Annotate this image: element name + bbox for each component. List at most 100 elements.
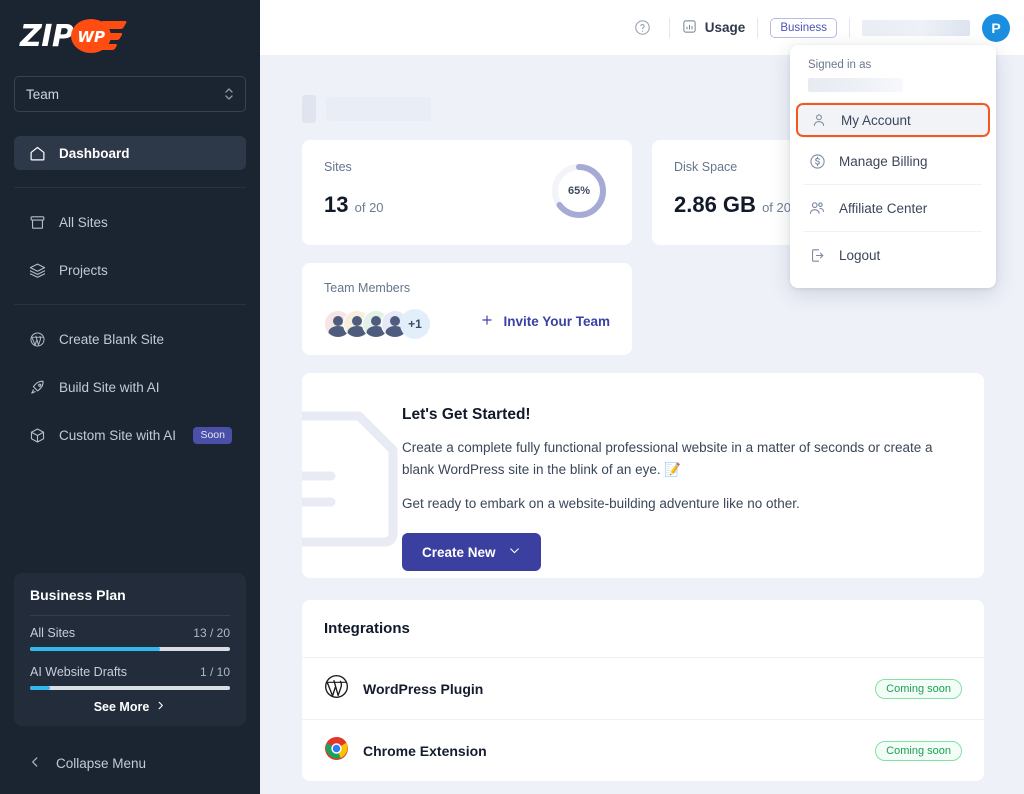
brand-logo[interactable]: ZIP WP <box>0 0 260 56</box>
main-area: Usage Business P Sites 13 of 20 <box>260 0 1024 794</box>
stat-card-number: 2.86 GB <box>674 192 756 217</box>
help-icon[interactable] <box>629 14 657 42</box>
team-selector-label: Team <box>26 87 59 102</box>
app-root: ZIP WP Team Dashboard <box>0 0 1024 794</box>
invite-team-label: Invite Your Team <box>503 314 610 329</box>
progress-ring-sites: 65% <box>550 162 608 220</box>
redacted-account-name <box>862 20 970 36</box>
account-dropdown-menu: Signed in as My Account Manage Bil <box>790 45 996 288</box>
sidebar-item-all-sites[interactable]: All Sites <box>14 205 246 239</box>
plan-pill-business[interactable]: Business <box>770 18 837 38</box>
toolbar-divider-3 <box>849 18 850 38</box>
plan-meter-bar-ai-drafts <box>30 686 230 690</box>
invite-team-button[interactable]: Invite Your Team <box>480 313 610 330</box>
skeleton-box <box>302 95 316 123</box>
logo-zip-text: ZIP <box>20 19 73 54</box>
chevron-down-icon <box>508 544 521 560</box>
logo-flame-icon: WP <box>71 19 125 53</box>
integrations-title: Integrations <box>302 600 984 657</box>
sidebar-item-label: Dashboard <box>59 146 130 161</box>
menu-item-logout[interactable]: Logout <box>790 232 996 278</box>
chevron-updown-icon <box>224 86 234 102</box>
logo-wp-text: WP <box>77 28 105 46</box>
team-selector[interactable]: Team <box>14 76 246 112</box>
toolbar-divider-1 <box>669 18 670 38</box>
sidebar-item-custom-site-with-ai[interactable]: Custom Site with AI Soon <box>14 418 246 452</box>
stat-card-number: 13 <box>324 192 348 217</box>
dollar-circle-icon <box>808 152 826 170</box>
sidebar: ZIP WP Team Dashboard <box>0 0 260 794</box>
plan-title: Business Plan <box>30 587 230 603</box>
document-illustration-icon <box>302 408 407 548</box>
get-started-title: Let's Get Started! <box>402 406 984 424</box>
stat-card-sites: Sites 13 of 20 65% <box>302 140 632 245</box>
team-overflow-count: +1 <box>400 309 430 339</box>
sidebar-item-create-blank-site[interactable]: Create Blank Site <box>14 322 246 356</box>
chrome-icon <box>324 736 349 766</box>
logout-icon <box>808 246 826 264</box>
sidebar-divider-1 <box>14 187 246 188</box>
collapse-menu-label: Collapse Menu <box>56 756 146 771</box>
menu-item-label: My Account <box>841 113 911 128</box>
bar-chart-icon <box>682 19 697 37</box>
plan-meter-label: AI Website Drafts <box>30 665 127 679</box>
chevron-right-icon <box>155 700 166 714</box>
plan-meter-ai-drafts: AI Website Drafts 1 / 10 <box>30 665 230 679</box>
menu-item-manage-billing[interactable]: Manage Billing <box>790 138 996 184</box>
status-badge-soon: Soon <box>193 427 232 444</box>
team-members-label: Team Members <box>324 281 610 295</box>
sidebar-item-label: All Sites <box>59 215 108 230</box>
rocket-icon <box>28 378 46 396</box>
menu-item-affiliate-center[interactable]: Affiliate Center <box>790 185 996 231</box>
status-badge-coming-soon: Coming soon <box>875 679 962 699</box>
sidebar-item-label: Projects <box>59 263 108 278</box>
plan-meter-label: All Sites <box>30 626 75 640</box>
integration-row-wordpress-plugin[interactable]: WordPress Plugin Coming soon <box>302 657 984 719</box>
create-new-label: Create New <box>422 545 496 560</box>
signed-in-as-label: Signed in as <box>790 59 996 78</box>
sidebar-item-projects[interactable]: Projects <box>14 253 246 287</box>
usage-button[interactable]: Usage <box>682 19 746 37</box>
integration-row-chrome-extension[interactable]: Chrome Extension Coming soon <box>302 719 984 781</box>
plan-meter-value: 1 / 10 <box>200 665 230 679</box>
sidebar-group-sites: All Sites Projects <box>0 205 260 287</box>
plan-meter-value: 13 / 20 <box>193 626 230 640</box>
avatar[interactable]: P <box>982 14 1010 42</box>
plan-meter-bar-all-sites <box>30 647 230 651</box>
integration-name: Chrome Extension <box>363 743 487 759</box>
create-new-button[interactable]: Create New <box>402 533 541 571</box>
user-icon <box>810 111 828 129</box>
layers-icon <box>28 261 46 279</box>
sidebar-divider-2 <box>14 304 246 305</box>
plan-usage-card: Business Plan All Sites 13 / 20 AI Websi… <box>14 573 246 726</box>
menu-item-my-account[interactable]: My Account <box>796 103 990 137</box>
sidebar-group-create: Create Blank Site Build Site with AI <box>0 322 260 452</box>
home-icon <box>28 144 46 162</box>
collapse-menu-button[interactable]: Collapse Menu <box>14 748 160 778</box>
sidebar-nav: Dashboard All Sites <box>0 136 260 452</box>
cube-icon <box>28 426 46 444</box>
sidebar-item-label: Create Blank Site <box>59 332 164 347</box>
get-started-panel: Let's Get Started! Create a complete ful… <box>302 373 984 578</box>
sidebar-item-build-site-with-ai[interactable]: Build Site with AI <box>14 370 246 404</box>
plan-divider <box>30 615 230 616</box>
plan-meter-all-sites: All Sites 13 / 20 <box>30 626 230 640</box>
redacted-email <box>808 78 903 92</box>
get-started-paragraph-1: Create a complete fully functional profe… <box>402 437 962 481</box>
get-started-paragraph-2: Get ready to embark on a website-buildin… <box>402 493 962 515</box>
sidebar-item-dashboard[interactable]: Dashboard <box>14 136 246 170</box>
sidebar-item-label: Build Site with AI <box>59 380 160 395</box>
wordpress-icon <box>28 330 46 348</box>
sidebar-item-label: Custom Site with AI <box>59 428 176 443</box>
status-badge-coming-soon: Coming soon <box>875 741 962 761</box>
plus-icon <box>480 313 494 330</box>
stat-card-sub: of 20 <box>355 200 384 215</box>
team-members-card: Team Members +1 Invite Your Team <box>302 263 632 355</box>
skeleton-bar <box>326 97 431 121</box>
menu-item-label: Logout <box>839 248 880 263</box>
see-more-button[interactable]: See More <box>30 700 230 714</box>
chevron-left-icon <box>28 755 42 772</box>
integration-name: WordPress Plugin <box>363 681 483 697</box>
toolbar-divider-2 <box>757 18 758 38</box>
progress-ring-percent: 65% <box>550 162 608 220</box>
